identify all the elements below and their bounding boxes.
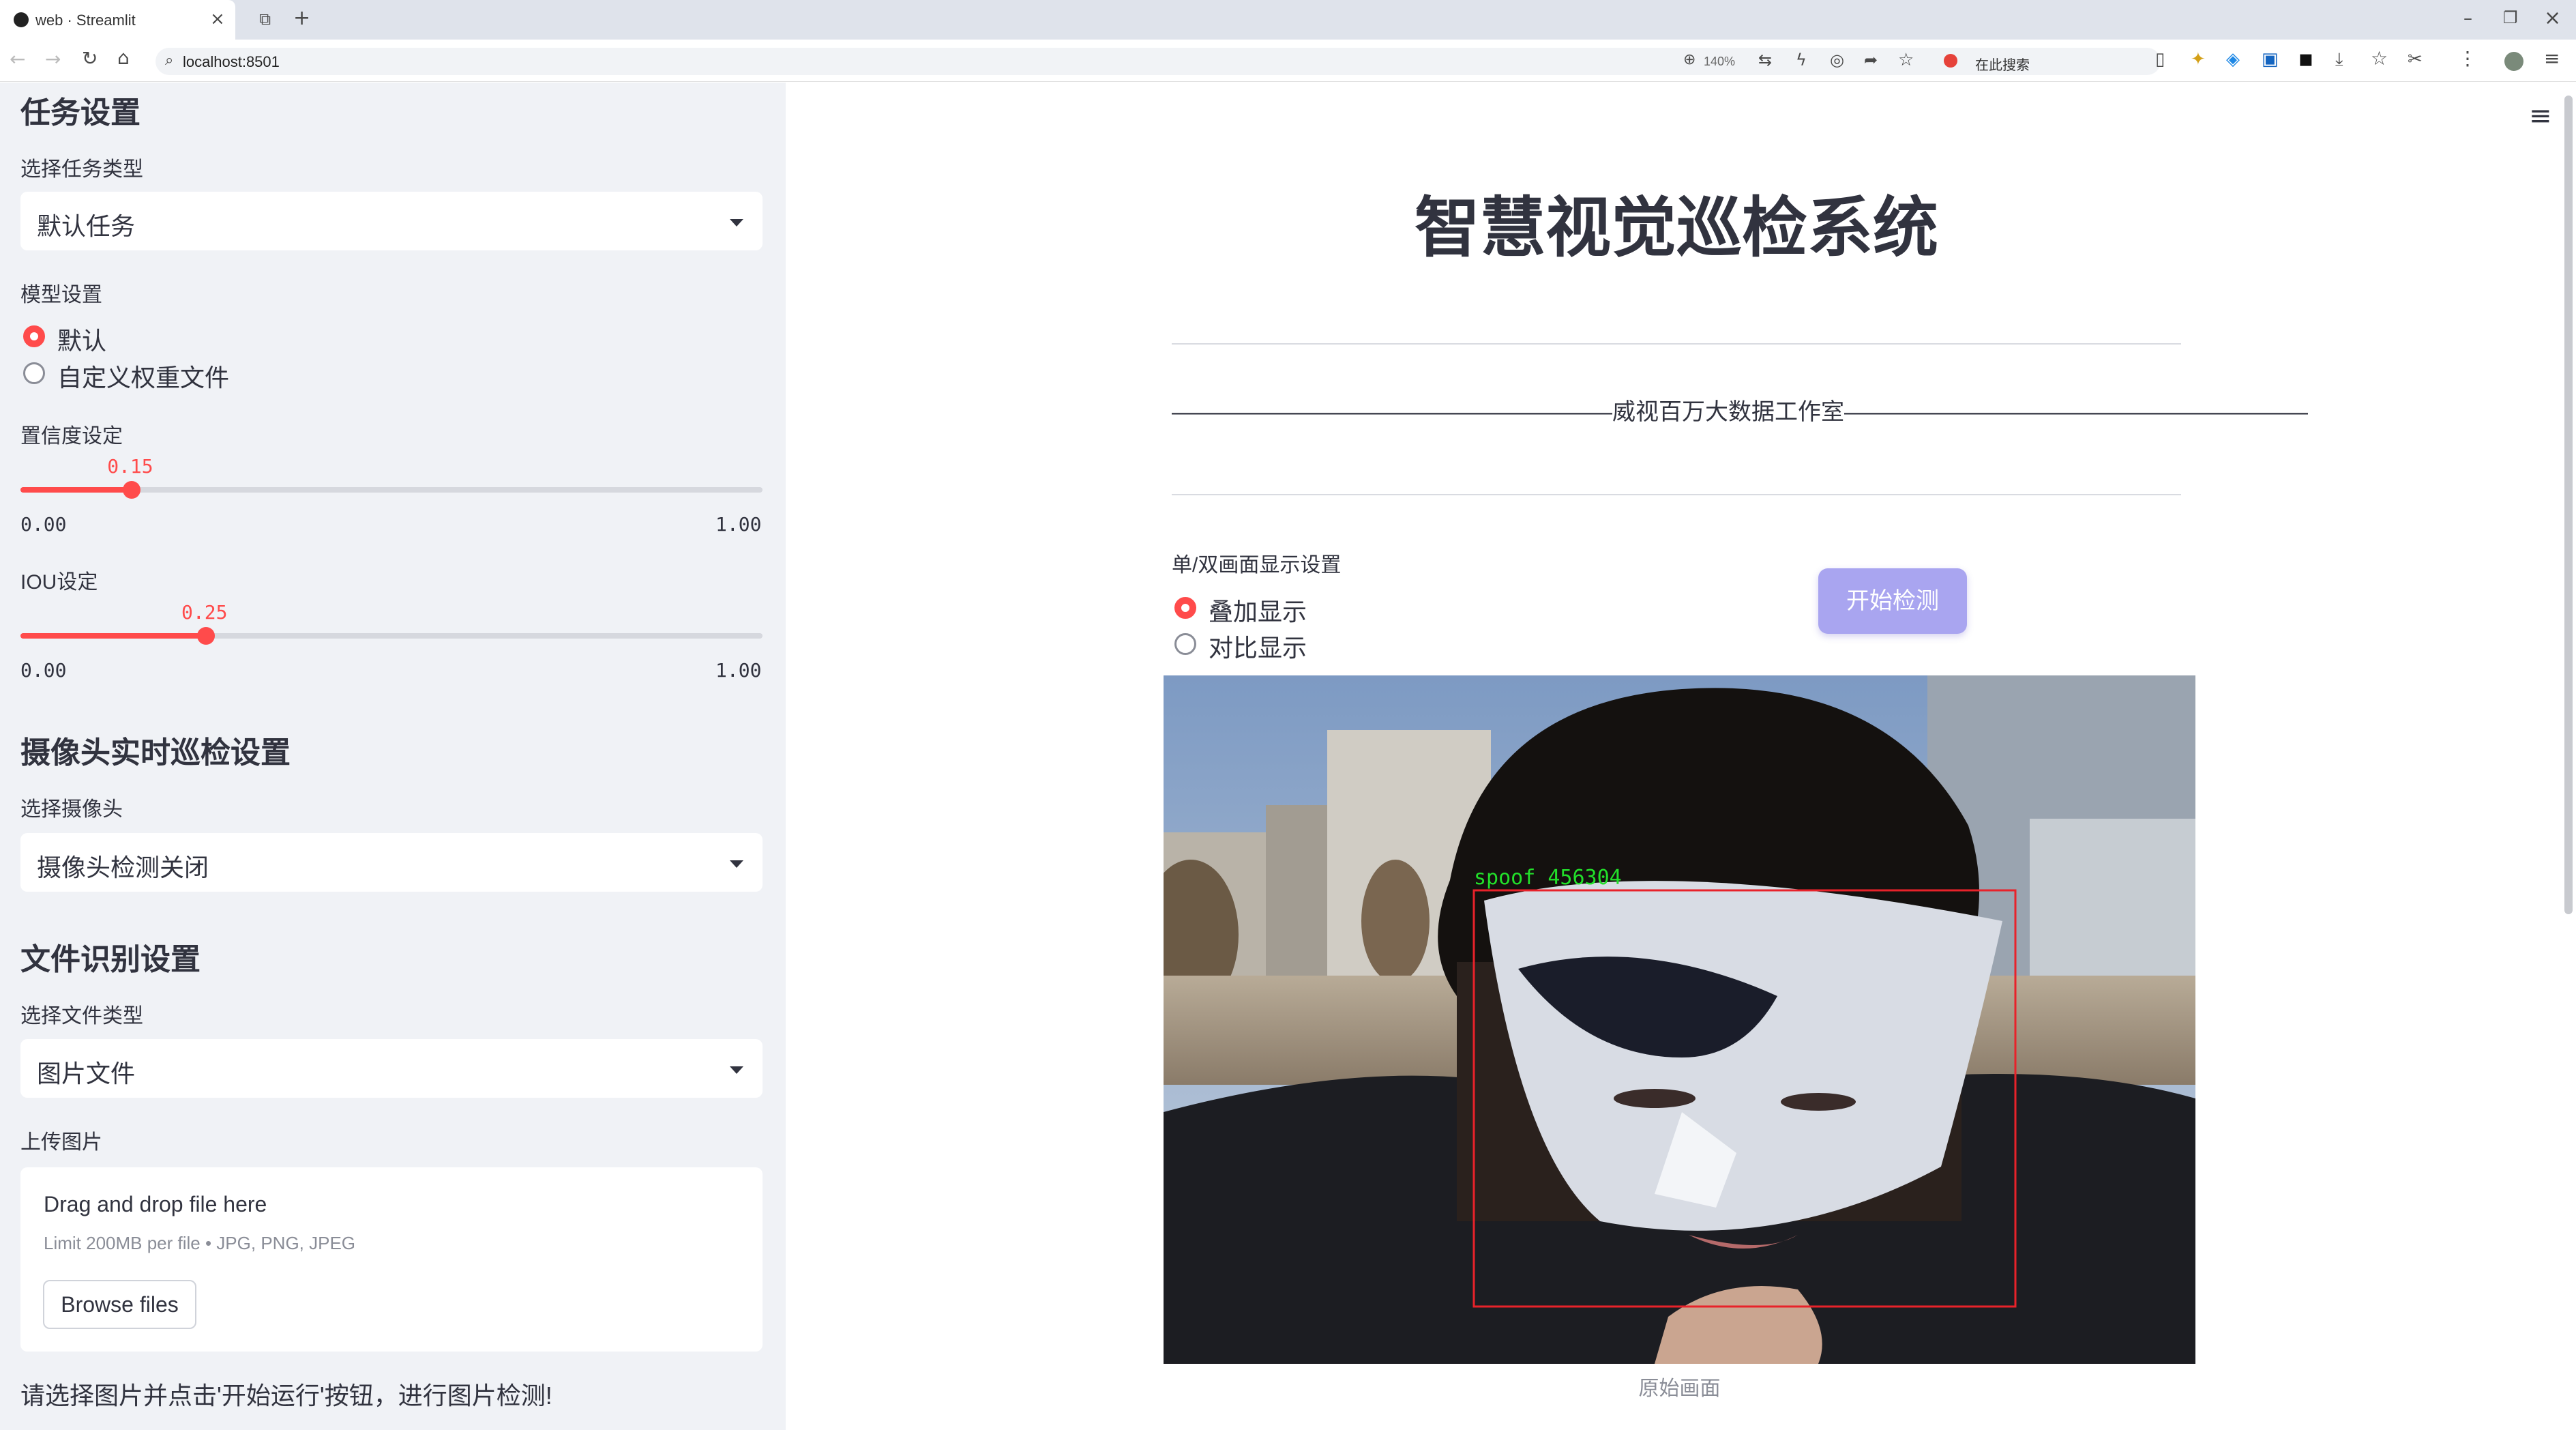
file-type-value: 图片文件 [37,1060,136,1088]
mobile-icon[interactable]: ▯ [2155,50,2165,68]
hamburger-menu-icon[interactable]: ≡ [2529,102,2552,130]
iou-label: IOU设定 [20,571,98,594]
bookmark-star-icon[interactable]: ☆ [1898,51,1914,69]
camera-settings-heading: 摄像头实时巡检设置 [20,736,291,770]
new-tab-icon[interactable]: + [293,8,310,29]
display-mode-label: 单/双画面显示设置 [1172,554,1342,577]
browser-menu-icon[interactable]: ≡ [2544,49,2560,68]
zoom-level: 140% [1704,55,1736,68]
model-radio-default[interactable] [23,325,45,347]
search-icon: ⌕ [165,52,174,69]
extension-icon-1[interactable]: ✦ [2191,50,2206,68]
streamlit-favicon-icon [14,12,29,27]
model-radio-custom[interactable] [23,362,45,384]
chevron-down-icon [730,219,743,227]
confidence-label: 置信度设定 [20,425,123,448]
chevron-down-icon [730,1066,743,1074]
screenshot-icon[interactable]: ◎ [1830,52,1844,68]
iou-max: 1.00 [715,659,762,682]
model-settings-label: 模型设置 [20,284,102,306]
detection-hint: 请选择图片并点击'开始运行'按钮，进行图片检测! [20,1382,552,1410]
dropzone-limit: Limit 200MB per file • JPG, PNG, JPEG [44,1233,356,1253]
confidence-value: 0.15 [107,455,153,478]
browse-files-button[interactable]: Browse files [43,1280,196,1329]
camera-select[interactable]: 摄像头检测关闭 [20,833,763,892]
browser-tab[interactable]: web · Streamlit × [0,0,235,40]
more-menu-icon[interactable]: ⋮ [2458,49,2477,68]
confidence-min: 0.00 [20,513,67,536]
model-option-default[interactable]: 默认 [57,321,106,357]
browser-search-box[interactable]: 在此搜索 [1937,48,2142,75]
display-radio-compare[interactable] [1174,633,1196,655]
display-option-overlay[interactable]: 叠加显示 [1209,592,1307,628]
image-caption: 原始画面 [1638,1377,1721,1400]
browser-tabbar: web · Streamlit × ⧉ + – ❐ × [0,0,2576,40]
detection-image: spoof 456304 [1164,675,2195,1364]
task-type-value: 默认任务 [37,212,136,240]
task-type-select[interactable]: 默认任务 [20,192,763,250]
translate-icon[interactable]: ⇆ [1758,52,1772,68]
confidence-max: 1.00 [715,513,762,536]
reload-icon[interactable]: ↻ [82,49,98,68]
task-type-label: 选择任务类型 [20,158,143,181]
detection-image-svg: spoof 456304 [1164,675,2195,1364]
page-scrollbar[interactable] [2564,96,2573,914]
home-icon[interactable]: ⌂ [117,48,130,68]
iou-slider-fill [20,633,206,639]
file-settings-heading: 文件识别设置 [20,943,201,976]
iou-min: 0.00 [20,659,67,682]
forward-icon[interactable]: → [45,50,61,69]
close-window-icon[interactable]: × [2544,8,2561,29]
start-detection-button[interactable]: 开始检测 [1818,568,1967,634]
favorites-icon[interactable]: ☆ [2371,49,2388,68]
address-bar[interactable]: ⌕ localhost:8501 ⊕ 140% ⇆ ϟ ◎ ➦ ☆ [156,48,2161,75]
url-text: localhost:8501 [183,53,280,70]
close-tab-icon[interactable]: × [210,10,225,28]
upload-label: 上传图片 [20,1131,102,1154]
search-placeholder: 在此搜索 [1975,58,2030,73]
tab-title: web · Streamlit [35,12,136,29]
tab-groups-icon[interactable]: ⧉ [259,11,271,27]
minimize-icon[interactable]: – [2463,10,2472,27]
iou-slider[interactable] [20,633,763,639]
iou-value: 0.25 [181,601,228,624]
divider-bottom [1172,494,2181,495]
extension-icon-3[interactable]: ▣ [2262,50,2279,68]
confidence-slider-fill [20,487,132,493]
studio-subtitle: ———————————————————威视百万大数据工作室———————————… [1172,399,2308,425]
scissors-icon[interactable]: ✂ [2408,50,2423,68]
share-icon[interactable]: ➦ [1864,52,1878,68]
chevron-down-icon [730,860,743,868]
lightning-icon[interactable]: ϟ [1796,52,1807,68]
divider-top [1172,343,2181,345]
camera-select-value: 摄像头检测关闭 [37,853,209,881]
iou-slider-thumb[interactable] [197,627,215,645]
restore-icon[interactable]: ❐ [2503,10,2518,26]
camera-select-label: 选择摄像头 [20,798,123,821]
display-radio-overlay[interactable] [1174,597,1196,619]
download-icon[interactable]: ⤓ [2335,50,2343,68]
display-option-compare[interactable]: 对比显示 [1209,628,1307,664]
profile-avatar-icon[interactable] [2504,52,2523,71]
model-option-custom[interactable]: 自定义权重文件 [57,358,229,394]
dropzone-text: Drag and drop file here [44,1192,267,1216]
task-settings-heading: 任务设置 [20,96,140,130]
zoom-icon[interactable]: ⊕ [1683,53,1696,68]
detection-label: spoof 456304 [1474,866,1622,890]
file-dropzone[interactable]: Drag and drop file here Limit 200MB per … [20,1167,763,1352]
back-icon[interactable]: ← [10,50,25,69]
confidence-slider-thumb[interactable] [123,481,141,499]
search-engine-icon [1944,54,1957,68]
file-type-select[interactable]: 图片文件 [20,1039,763,1098]
extension-icon-2[interactable]: ◈ [2226,50,2240,68]
extension-icon-4[interactable]: ◼ [2298,50,2313,68]
page-title: 智慧视觉巡检系统 [1415,192,1938,265]
file-type-label: 选择文件类型 [20,1005,143,1027]
